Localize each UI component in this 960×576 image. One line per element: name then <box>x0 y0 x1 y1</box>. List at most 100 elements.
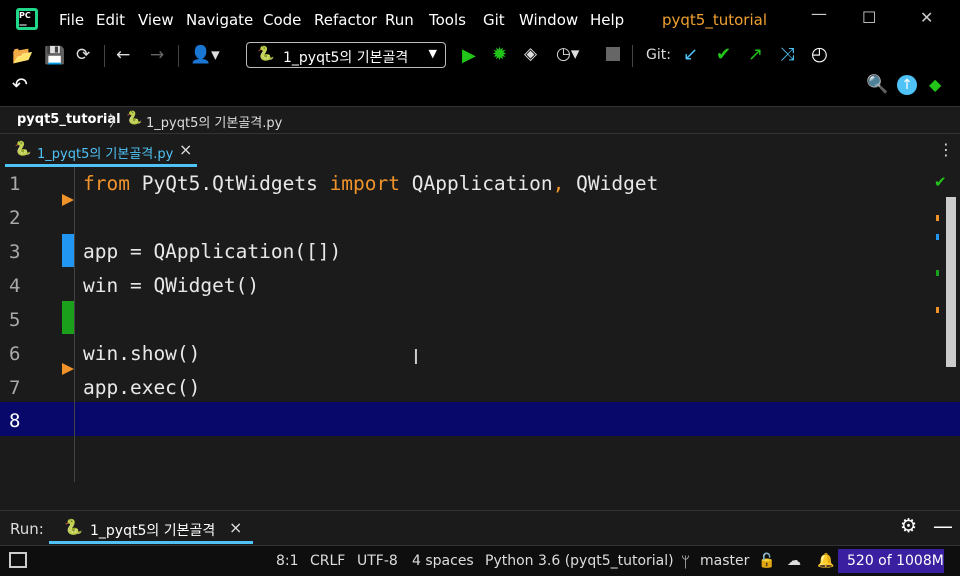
fold-marker-icon[interactable] <box>62 194 74 206</box>
current-line-highlight <box>0 402 960 436</box>
search-icon[interactable]: 🔍 <box>866 74 888 95</box>
separator <box>178 45 179 67</box>
menu-view[interactable]: View <box>138 11 174 29</box>
fold-marker-icon[interactable] <box>62 363 74 375</box>
keyword: from <box>83 172 130 195</box>
user-icon[interactable]: 👤▾ <box>190 45 220 65</box>
status-interpreter[interactable]: Python 3.6 (pyqt5_tutorial) <box>485 553 674 569</box>
tab-label: 1_pyqt5의 기본골격.py <box>37 147 174 162</box>
close-icon[interactable]: ✕ <box>920 8 933 27</box>
cloud-icon[interactable]: ☁ <box>787 553 801 569</box>
git-branch-icon: ᛘ <box>681 553 691 571</box>
git-push-icon[interactable]: ↗ <box>748 44 763 65</box>
forward-arrow-icon[interactable]: → <box>150 45 164 65</box>
python-file-icon: 🐍 <box>126 111 143 126</box>
memory-indicator[interactable]: 520 of 1008M <box>838 549 944 573</box>
stop-icon[interactable] <box>606 47 620 61</box>
pycharm-icon[interactable]: PC — <box>16 8 38 30</box>
minimap-marker <box>936 215 939 221</box>
chevron-right-icon: 〉 <box>109 112 125 130</box>
run-tab-close-icon[interactable]: × <box>229 518 242 537</box>
more-vertical-icon[interactable]: ⋮ <box>938 140 954 159</box>
code-text: QWidget <box>564 172 659 195</box>
code-line-3: app = QApplication([]) <box>83 240 342 263</box>
update-icon[interactable]: ↑ <box>897 75 917 95</box>
breadcrumb-file[interactable]: 1_pyqt5의 기본골격.py <box>146 112 282 131</box>
minimap-marker <box>936 307 939 313</box>
line-number: 4 <box>9 275 21 297</box>
debug-icon[interactable]: ✹ <box>492 44 507 65</box>
menu-run[interactable]: Run <box>385 11 414 29</box>
maximize-icon[interactable]: ☐ <box>862 8 876 27</box>
status-caret-position[interactable]: 8:1 <box>276 553 299 569</box>
run-config-label: 1_pyqt5의 기본골격 <box>283 50 409 66</box>
git-label: Git: <box>646 47 671 63</box>
punctuation: , <box>552 172 565 195</box>
line-number: 6 <box>9 343 21 365</box>
open-folder-icon[interactable]: 📂 <box>12 46 33 66</box>
breadcrumb-project[interactable]: pyqt5_tutorial <box>17 112 121 127</box>
minimap-marker <box>936 270 939 276</box>
python-icon: 🐍 <box>64 518 83 536</box>
git-commit-icon[interactable]: ✔ <box>716 44 731 65</box>
menu-refactor[interactable]: Refactor <box>314 11 377 29</box>
gear-icon[interactable]: ⚙ <box>900 515 917 537</box>
history-icon[interactable]: ◴ <box>811 43 828 65</box>
save-icon[interactable]: 💾 <box>44 46 65 66</box>
menu-code[interactable]: Code <box>263 11 301 29</box>
python-file-icon: 🐍 <box>14 141 32 157</box>
status-indent[interactable]: 4 spaces <box>412 553 474 569</box>
keyword: import <box>329 172 401 195</box>
menu-git[interactable]: Git <box>483 11 505 29</box>
window-title: pyqt5_tutorial <box>662 11 767 29</box>
line-number: 3 <box>9 241 21 263</box>
menu-navigate[interactable]: Navigate <box>186 11 253 29</box>
code-editor[interactable]: 1 2 3 4 5 6 7 8 from PyQt5.QtWidgets imp… <box>0 167 960 482</box>
code-line-4: win = QWidget() <box>83 274 260 297</box>
line-number: 8 <box>9 410 21 432</box>
hide-icon[interactable]: — <box>933 514 953 538</box>
git-compare-icon[interactable]: ⤨ <box>780 44 794 65</box>
run-label: Run: <box>10 520 44 538</box>
run-config-select[interactable]: 🐍 1_pyqt5의 기본골격 ▼ <box>246 42 446 68</box>
menu-window[interactable]: Window <box>519 11 578 29</box>
git-update-icon[interactable]: ↙ <box>683 44 698 65</box>
line-number: 7 <box>9 377 21 399</box>
run-icon[interactable]: ▶ <box>462 45 476 66</box>
line-number: 5 <box>9 309 21 331</box>
undo-icon[interactable]: ↶ <box>12 74 28 96</box>
code-line-1: from PyQt5.QtWidgets import QApplication… <box>83 172 658 195</box>
status-git-branch[interactable]: master <box>700 553 749 569</box>
separator <box>104 45 105 67</box>
line-number: 1 <box>9 173 21 195</box>
back-arrow-icon[interactable]: ← <box>116 45 130 65</box>
minimize-icon[interactable]: — <box>811 4 827 23</box>
lock-icon[interactable]: 🔓 <box>758 553 775 569</box>
menu-edit[interactable]: Edit <box>96 11 125 29</box>
status-encoding[interactable]: UTF-8 <box>357 553 398 569</box>
run-tab-label[interactable]: 1_pyqt5의 기본골격 <box>90 520 215 540</box>
sync-icon[interactable]: ⟳ <box>76 45 90 65</box>
tab-close-icon[interactable]: × <box>179 140 192 159</box>
status-line-separator[interactable]: CRLF <box>310 553 345 569</box>
memory-label: 520 of 1008M <box>847 553 944 569</box>
menu-help[interactable]: Help <box>590 11 624 29</box>
inspection-ok-icon[interactable]: ✔ <box>934 173 947 191</box>
menu-tools[interactable]: Tools <box>429 11 466 29</box>
coverage-icon[interactable]: ◈ <box>524 44 537 64</box>
tool-windows-icon[interactable] <box>9 552 27 568</box>
profile-icon[interactable]: ◷▾ <box>556 44 579 64</box>
code-line-6: win.show() <box>83 342 201 365</box>
notification-bell-icon[interactable]: 🔔 <box>817 553 834 569</box>
change-marker-added[interactable] <box>62 301 74 334</box>
plugin-icon[interactable]: ◆ <box>929 75 941 94</box>
code-line-7: app.exec() <box>83 376 201 399</box>
status-bar: 8:1 CRLF UTF-8 4 spaces Python 3.6 (pyqt… <box>0 545 960 576</box>
menu-file[interactable]: File <box>59 11 84 29</box>
change-marker-modified[interactable] <box>62 234 74 267</box>
menubar: PC — File Edit View Navigate Code Refacto… <box>0 0 960 40</box>
text-cursor-icon: I <box>413 345 419 369</box>
gutter-divider <box>74 167 75 482</box>
vertical-scrollbar[interactable] <box>946 197 956 367</box>
tab-active-file[interactable]: 🐍 1_pyqt5의 기본골격.py × <box>0 134 197 167</box>
